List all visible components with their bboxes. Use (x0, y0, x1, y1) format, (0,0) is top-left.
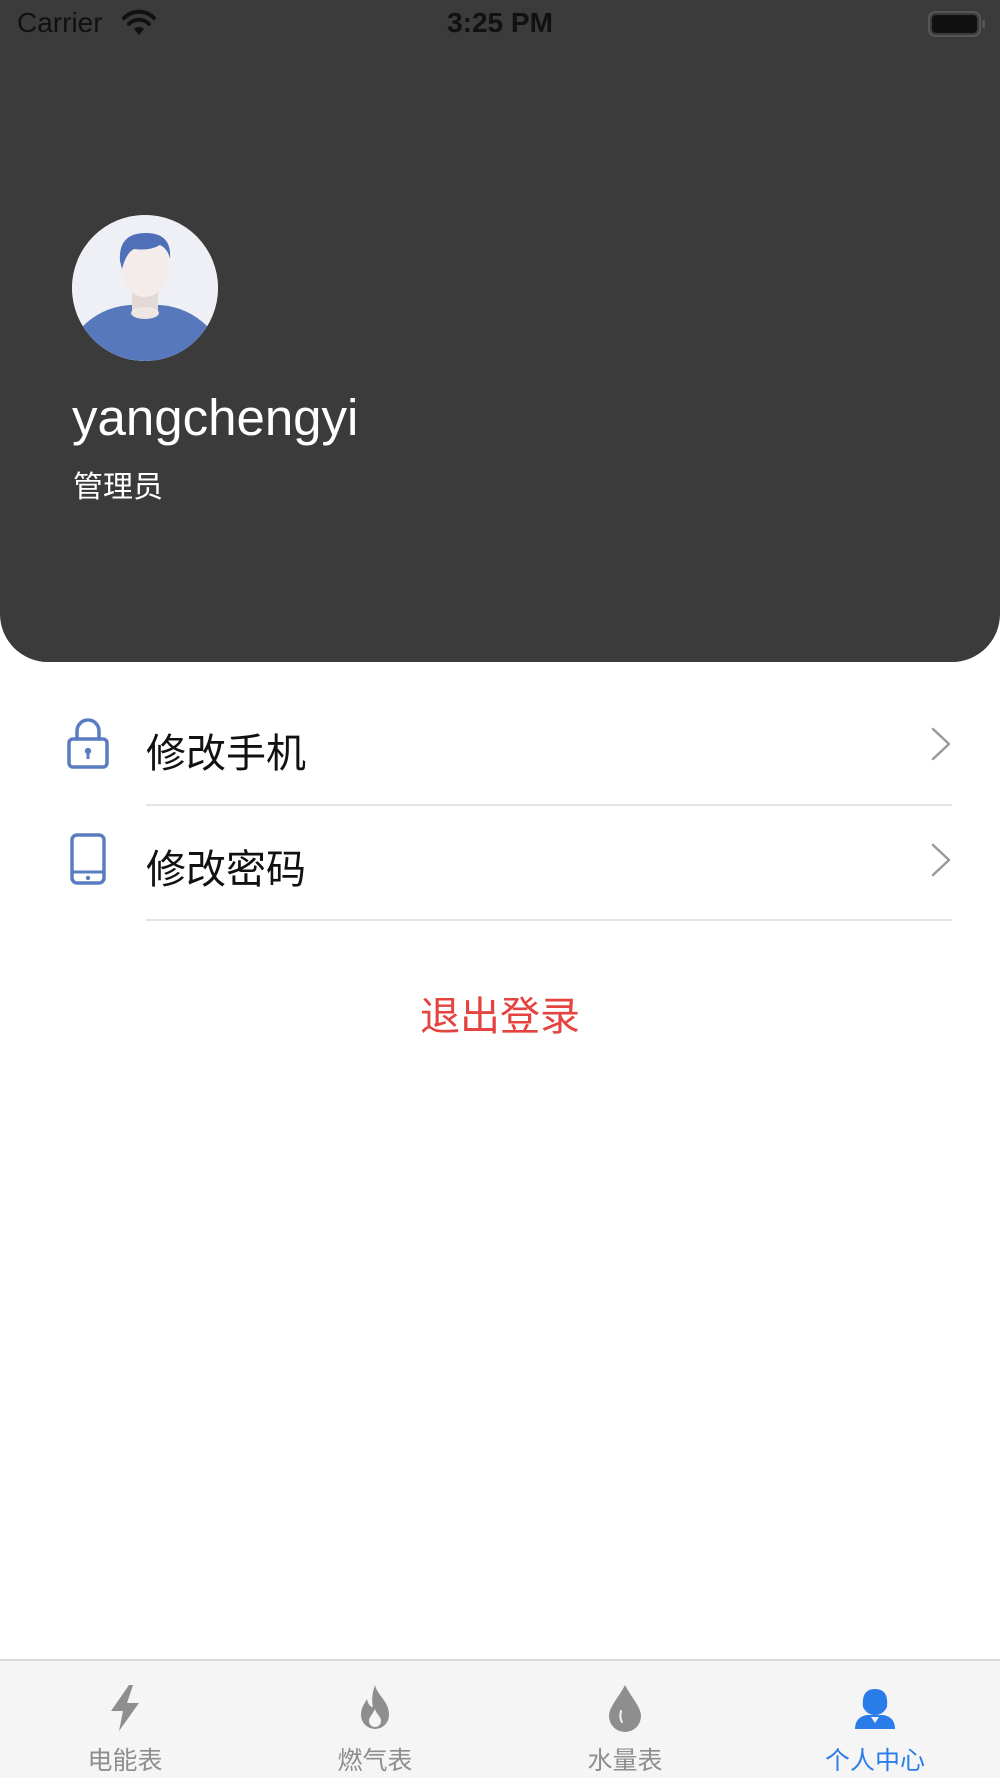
chevron-right-icon (931, 727, 951, 761)
user-role: 管理员 (73, 470, 163, 505)
menu-item-label: 修改手机 (146, 731, 306, 777)
logout-button[interactable]: 退出登录 (0, 984, 1000, 1042)
tab-water-meter[interactable]: 水量表 (500, 1661, 750, 1778)
tab-label: 燃气表 (337, 1746, 413, 1775)
profile-screen: Carrier 3:25 PM yangchengyi 管理员 修改手机 修改密… (0, 0, 1000, 1778)
tab-electricity-meter[interactable]: 电能表 (0, 1661, 250, 1778)
tab-bar: 电能表 燃气表 水量表 个人中心 (0, 1659, 1000, 1778)
username: yangchengyi (72, 389, 359, 446)
status-time: 3:25 PM (447, 7, 553, 38)
tab-gas-meter[interactable]: 燃气表 (250, 1661, 500, 1778)
chevron-right-icon (931, 843, 951, 877)
tab-label: 水量表 (587, 1746, 663, 1775)
menu-item-label: 修改密码 (146, 847, 306, 893)
water-drop-icon (609, 1685, 641, 1732)
status-bar: Carrier 3:25 PM (0, 0, 1000, 50)
avatar[interactable] (72, 215, 218, 361)
person-icon (855, 1689, 895, 1729)
menu-item-change-password[interactable]: 修改密码 (0, 802, 1000, 918)
divider (146, 919, 952, 921)
user-avatar-icon (72, 215, 218, 361)
tab-label: 电能表 (87, 1746, 163, 1775)
menu-item-change-phone[interactable]: 修改手机 (0, 686, 1000, 802)
tab-label: 个人中心 (824, 1746, 925, 1775)
flame-icon (361, 1685, 389, 1729)
tab-personal-center[interactable]: 个人中心 (750, 1661, 1000, 1778)
lock-icon (67, 718, 109, 769)
lightning-icon (111, 1685, 139, 1731)
profile-header: Carrier 3:25 PM yangchengyi 管理员 (0, 0, 1000, 662)
battery-icon (928, 11, 985, 37)
phone-icon (70, 833, 106, 885)
